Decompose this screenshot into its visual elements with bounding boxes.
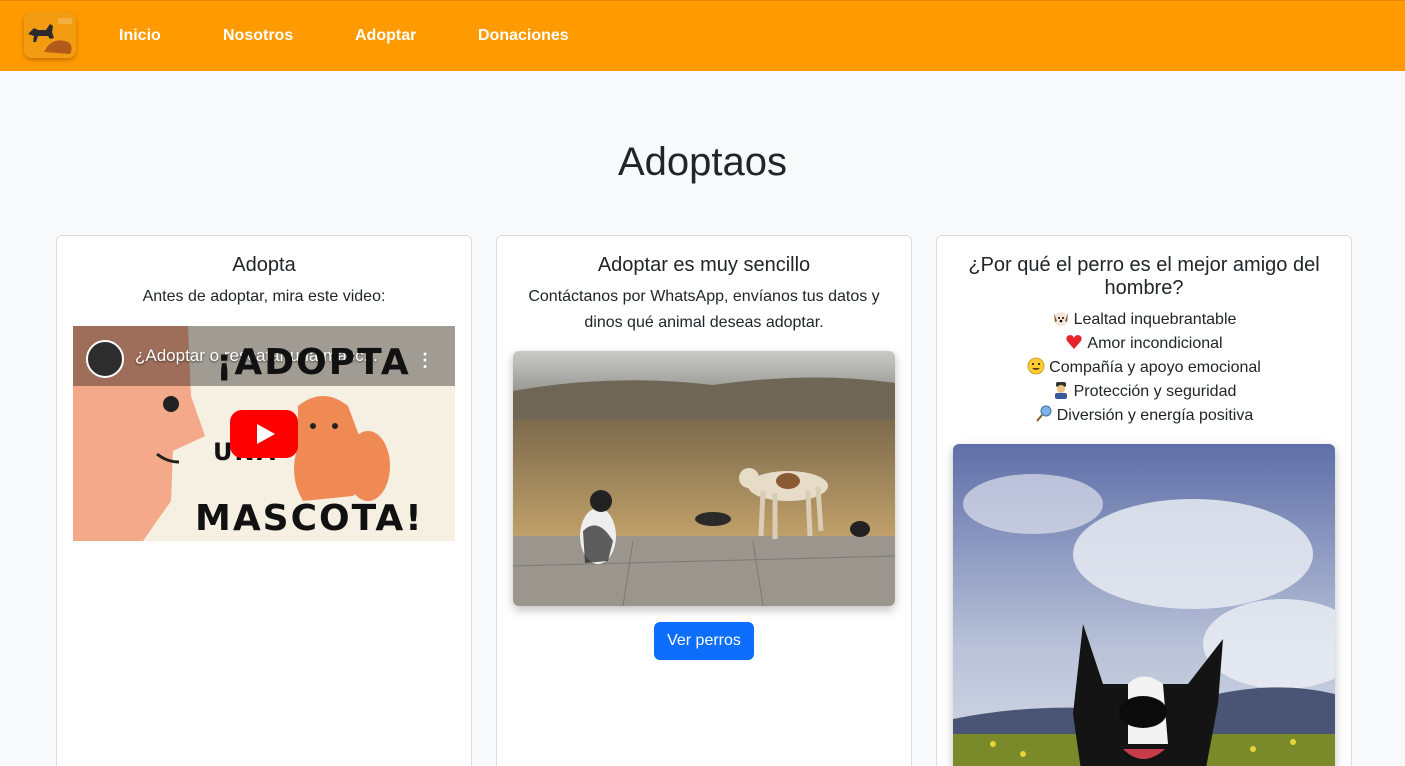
video-text-line3: MASCOTA!	[195, 498, 424, 539]
benefit-text: Diversión y energía positiva	[1056, 407, 1254, 424]
card-title: ¿Por qué el perro es el mejor amigo del …	[968, 254, 1320, 299]
card-text: Contáctanos por WhatsApp, envíanos tus d…	[528, 288, 880, 331]
brand-logo[interactable]	[24, 12, 76, 58]
photo-image	[513, 351, 895, 606]
guard-icon	[1054, 382, 1067, 399]
benefit-item: Lealtad inquebrantable	[953, 308, 1335, 332]
card-mejor-amigo: ¿Por qué el perro es el mejor amigo del …	[936, 235, 1352, 766]
card-sencillo: Adoptar es muy sencillo Contáctanos por …	[496, 235, 912, 766]
card-text: Antes de adoptar, mira este video:	[142, 288, 386, 305]
card-title: Adopta	[232, 254, 296, 276]
nav-inicio[interactable]: Inicio	[119, 27, 161, 45]
play-icon[interactable]	[230, 410, 298, 458]
nav-donaciones[interactable]: Donaciones	[478, 27, 569, 45]
navbar: Inicio Nosotros Adoptar Donaciones	[0, 0, 1405, 71]
card-adopta: Adopta Antes de adoptar, mira este video…	[56, 235, 472, 766]
benefit-text: Protección y seguridad	[1073, 383, 1237, 400]
benefit-item: Compañía y apoyo emocional	[953, 356, 1335, 380]
dogs-desert-photo	[513, 351, 895, 606]
dog-face-icon	[1053, 312, 1068, 326]
channel-logo-icon[interactable]	[86, 340, 124, 378]
video-embed[interactable]: ¿Adoptar o rescatar una masc... ⋮ ¡ADOPT…	[73, 326, 455, 541]
ver-perros-button[interactable]: Ver perros	[654, 622, 754, 660]
heart-icon	[1066, 335, 1082, 349]
benefit-item: Amor incondicional	[953, 332, 1335, 356]
photo-image	[953, 444, 1335, 766]
ball-icon	[1035, 405, 1052, 422]
benefit-item: Diversión y energía positiva	[953, 404, 1335, 428]
benefit-text: Lealtad inquebrantable	[1073, 311, 1237, 328]
dog-closeup-photo	[953, 444, 1335, 766]
dog-logo-icon	[24, 12, 76, 58]
benefit-item: Protección y seguridad	[953, 380, 1335, 404]
nav-nosotros[interactable]: Nosotros	[223, 27, 293, 45]
benefit-text: Amor incondicional	[1087, 335, 1223, 352]
card-title: Adoptar es muy sencillo	[597, 254, 811, 276]
video-text-line1: ¡ADOPTA	[216, 342, 411, 383]
nav-adoptar[interactable]: Adoptar	[355, 27, 416, 45]
smile-icon	[1027, 357, 1045, 375]
benefit-text: Compañía y apoyo emocional	[1049, 359, 1261, 376]
page-title: Adoptaos	[617, 140, 788, 184]
more-options-icon[interactable]: ⋮	[416, 350, 434, 371]
